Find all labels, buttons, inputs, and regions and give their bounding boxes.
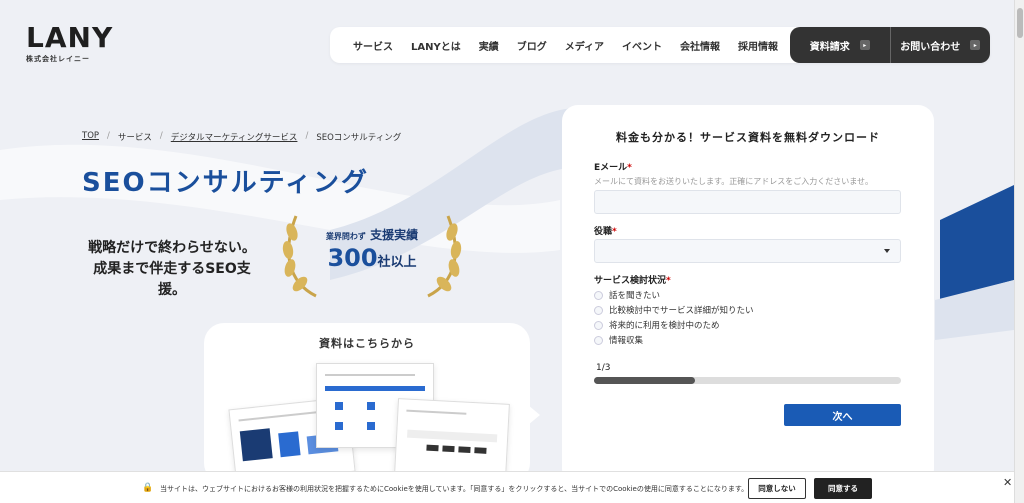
status-label: サービス検討状況* bbox=[594, 276, 671, 286]
radio-button[interactable] bbox=[594, 290, 603, 300]
progress-bar bbox=[594, 377, 901, 384]
nav-cta-group: 資料請求 ▸ お問い合わせ ▸ bbox=[790, 27, 990, 63]
status-option-3[interactable]: 将来的に利用を検討中のため bbox=[594, 319, 720, 331]
breadcrumb-separator: / bbox=[159, 131, 163, 141]
contact-button[interactable]: お問い合わせ ▸ bbox=[889, 27, 991, 63]
contact-label: お問い合わせ bbox=[900, 41, 961, 53]
logo-mark: LANY bbox=[26, 21, 114, 54]
breadcrumb-separator: / bbox=[305, 131, 309, 141]
required-mark: * bbox=[612, 227, 617, 237]
radio-button[interactable] bbox=[594, 305, 603, 315]
email-hint: メールにて資料をお送りいたします。正確にアドレスをご入力くださいませ。 bbox=[594, 177, 873, 186]
scrollbar-thumb[interactable] bbox=[1017, 8, 1023, 38]
role-label: 役職* bbox=[594, 227, 617, 237]
nav-item-blog[interactable]: ブログ bbox=[508, 38, 556, 53]
page-title: SEOコンサルティング bbox=[82, 168, 370, 198]
required-mark: * bbox=[666, 276, 671, 286]
breadcrumb: TOP / サービス / デジタルマーケティングサービス / SEOコンサルティ… bbox=[82, 131, 401, 143]
status-option-4[interactable]: 情報収集 bbox=[594, 334, 643, 346]
lock-icon: 🔒 bbox=[142, 483, 154, 493]
nav-item-services[interactable]: サービス bbox=[344, 38, 402, 53]
radio-button[interactable] bbox=[594, 335, 603, 345]
tagline-line-2: 成果まで伴走するSEO支援。 bbox=[93, 261, 251, 298]
request-docs-label: 資料請求 bbox=[809, 41, 850, 53]
breadcrumb-separator: / bbox=[107, 131, 110, 141]
email-field[interactable] bbox=[594, 190, 901, 214]
card-pointer bbox=[528, 405, 540, 425]
cookie-decline-button[interactable]: 同意しない bbox=[748, 478, 806, 499]
document-thumbnail bbox=[394, 398, 510, 480]
breadcrumb-top[interactable]: TOP bbox=[82, 131, 99, 143]
cookie-accept-button[interactable]: 同意する bbox=[814, 478, 872, 499]
nav-item-media[interactable]: メディア bbox=[556, 38, 613, 53]
badge-count: 300社以上 bbox=[282, 244, 462, 272]
role-select[interactable] bbox=[594, 239, 901, 263]
page-scrollbar[interactable] bbox=[1014, 0, 1024, 503]
badge-number: 300 bbox=[327, 244, 378, 272]
close-icon[interactable]: ✕ bbox=[1003, 476, 1012, 489]
chevron-down-icon bbox=[884, 249, 890, 253]
breadcrumb-current: SEOコンサルティング bbox=[316, 133, 402, 143]
nav-item-results[interactable]: 実績 bbox=[470, 38, 508, 53]
next-button[interactable]: 次へ bbox=[784, 404, 901, 426]
hero-tagline: 戦略だけで終わらせない。 成果まで伴走するSEO支援。 bbox=[82, 238, 262, 301]
breadcrumb-digital[interactable]: デジタルマーケティングサービス bbox=[171, 131, 298, 143]
cookie-text: 当サイトは、ウェブサイトにおけるお客様の利用状況を把握するためにCookieを使… bbox=[160, 485, 749, 493]
top-nav: サービス LANYとは 実績 ブログ メディア イベント 会社情報 採用情報 資… bbox=[330, 27, 990, 63]
breadcrumb-service[interactable]: サービス bbox=[118, 131, 152, 143]
tagline-line-1: 戦略だけで終わらせない。 bbox=[88, 240, 256, 256]
documents-card-title: 資料はこちらから bbox=[319, 337, 415, 350]
nav-item-company[interactable]: 会社情報 bbox=[671, 38, 729, 53]
download-form: 料金も分かる！サービス資料を無料ダウンロード Eメール* メールにて資料をお送り… bbox=[562, 105, 934, 485]
cookie-banner: 🔒 当サイトは、ウェブサイトにおけるお客様の利用状況を把握するためにCookie… bbox=[0, 471, 1014, 503]
nav-items: サービス LANYとは 実績 ブログ メディア イベント 会社情報 採用情報 bbox=[330, 38, 790, 53]
request-docs-button[interactable]: 資料請求 ▸ bbox=[790, 27, 890, 63]
achievement-badge: 業界問わず 支援実績 300社以上 bbox=[282, 212, 462, 302]
status-option-1[interactable]: 話を聞きたい bbox=[594, 289, 660, 301]
arrow-right-icon: ▸ bbox=[970, 40, 981, 50]
email-label: Eメール* bbox=[594, 163, 632, 173]
nav-item-about[interactable]: LANYとは bbox=[402, 38, 470, 53]
logo[interactable]: LANY 株式会社レイニー bbox=[26, 24, 113, 64]
progress-bar-fill bbox=[594, 377, 696, 384]
nav-item-careers[interactable]: 採用情報 bbox=[729, 38, 787, 53]
badge-label: 業界問わず 支援実績 bbox=[282, 226, 462, 243]
progress-text: 1/3 bbox=[596, 363, 611, 373]
radio-button[interactable] bbox=[594, 320, 603, 330]
status-option-2[interactable]: 比較検討中でサービス詳細が知りたい bbox=[594, 304, 754, 316]
form-heading: 料金も分かる！サービス資料を無料ダウンロード bbox=[616, 131, 880, 144]
badge-main-text: 支援実績 bbox=[370, 228, 419, 242]
arrow-right-icon: ▸ bbox=[859, 40, 870, 50]
badge-unit: 社以上 bbox=[377, 255, 417, 270]
logo-company-name: 株式会社レイニー bbox=[26, 55, 90, 63]
required-mark: * bbox=[627, 163, 632, 173]
badge-small-text: 業界問わず bbox=[325, 232, 366, 241]
documents-card[interactable]: 資料はこちらから bbox=[204, 323, 540, 485]
nav-item-events[interactable]: イベント bbox=[613, 38, 671, 53]
